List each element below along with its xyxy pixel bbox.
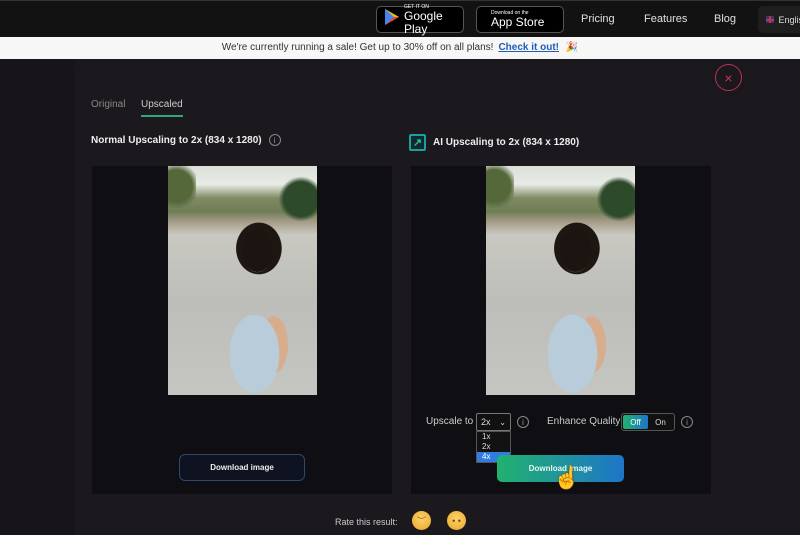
ai-upscaling-label: AI Upscaling to 2x (834 x 1280) xyxy=(433,137,580,148)
enhance-off-option[interactable]: Off xyxy=(623,415,648,429)
sale-banner-text: We're currently running a sale! Get up t… xyxy=(221,42,494,53)
nav-blog[interactable]: Blog xyxy=(714,13,736,25)
close-icon: × xyxy=(724,69,733,86)
google-play-button[interactable]: GET IT ON Google Play xyxy=(376,4,464,36)
language-label: English xyxy=(778,14,800,25)
language-selector[interactable]: English xyxy=(758,6,800,33)
app-store-large-text: App Store xyxy=(491,15,545,29)
google-play-large-text: Google Play xyxy=(404,8,443,36)
enhance-info-icon[interactable]: i xyxy=(681,416,693,428)
google-play-icon xyxy=(385,9,399,30)
ai-upscale-icon: ↗ xyxy=(409,134,426,151)
nav-pricing[interactable]: Pricing xyxy=(581,13,615,25)
ai-upscaling-title: ↗ AI Upscaling to 2x (834 x 1280) xyxy=(409,134,579,151)
uk-flag-icon xyxy=(766,16,775,23)
upscale-select-value: 2x xyxy=(481,417,491,427)
enhance-quality-toggle[interactable]: Off On xyxy=(621,413,675,431)
download-normal-button[interactable]: Download image xyxy=(179,454,305,481)
download-normal-label: Download image xyxy=(210,463,274,472)
sad-face-icon: ︶ xyxy=(416,516,426,526)
upscale-info-icon[interactable]: i xyxy=(517,416,529,428)
neutral-face-icon: • • xyxy=(452,515,461,526)
upscale-option-1x[interactable]: 1x xyxy=(477,432,510,442)
close-button[interactable]: × xyxy=(715,64,742,91)
chevron-down-icon: ⌄ xyxy=(499,417,506,427)
normal-upscaled-photo xyxy=(168,166,317,395)
upscale-select[interactable]: 2x ⌄ xyxy=(476,413,511,431)
nav-features[interactable]: Features xyxy=(644,13,687,25)
tab-original[interactable]: Original xyxy=(91,99,125,115)
party-popper-icon: 🎉 xyxy=(565,42,579,53)
sad-face-emoji-button[interactable]: ︶ xyxy=(412,511,431,530)
tab-upscaled[interactable]: Upscaled xyxy=(141,99,183,117)
page-backdrop xyxy=(0,59,75,535)
normal-upscaling-title: Normal Upscaling to 2x (834 x 1280) i xyxy=(91,134,281,146)
app-store-button[interactable]: Download on the App Store xyxy=(476,6,564,33)
sale-banner: We're currently running a sale! Get up t… xyxy=(0,37,800,59)
info-icon[interactable]: i xyxy=(268,134,281,146)
check-it-out-link[interactable]: Check it out! xyxy=(498,42,559,53)
top-navigation-bar: GET IT ON Google Play Download on the Ap… xyxy=(0,0,800,37)
normal-upscaling-label: Normal Upscaling to 2x (834 x 1280) xyxy=(91,134,262,146)
enhance-on-option[interactable]: On xyxy=(648,415,673,429)
neutral-face-emoji-button[interactable]: • • xyxy=(447,511,466,530)
upscale-to-label: Upscale to xyxy=(426,416,474,427)
hand-pointer-cursor-icon: ☝ xyxy=(553,465,581,490)
upscale-option-2x[interactable]: 2x xyxy=(477,442,510,452)
enhance-quality-label: Enhance Quality xyxy=(547,416,621,427)
rate-result-label: Rate this result: xyxy=(335,517,398,527)
ai-upscaled-photo xyxy=(486,166,635,395)
